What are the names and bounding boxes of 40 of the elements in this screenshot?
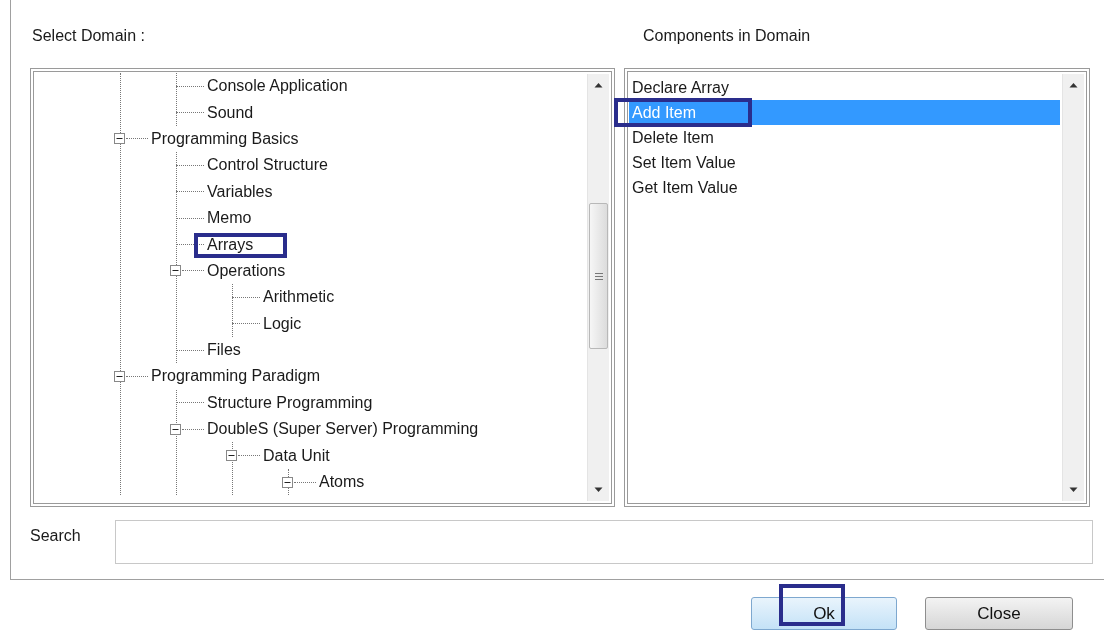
collapse-icon[interactable] (226, 450, 237, 462)
tree-item[interactable]: Arithmetic (262, 288, 336, 306)
search-field[interactable] (115, 520, 1093, 564)
collapse-icon[interactable] (282, 476, 293, 488)
list-item[interactable]: Set Item Value (629, 150, 1060, 175)
tree-item[interactable]: Operations (206, 261, 287, 279)
tree-item[interactable]: Variables (206, 182, 274, 200)
dialog-button[interactable]: Ok (751, 597, 897, 630)
list-item[interactable]: Get Item Value (629, 175, 1060, 200)
collapse-icon[interactable] (170, 423, 181, 435)
tree-item[interactable]: Console Application (206, 77, 349, 95)
tree-item[interactable]: Programming Basics (150, 129, 300, 147)
tree-item[interactable]: Sound (206, 103, 255, 121)
tree-item[interactable]: Arrays (206, 235, 255, 253)
section-label: Select Domain : (31, 27, 146, 45)
collapse-icon[interactable] (114, 133, 125, 145)
list-item[interactable]: Delete Item (629, 125, 1060, 150)
tree-item[interactable]: Control Structure (206, 156, 329, 174)
scroll-down-icon (1069, 487, 1078, 493)
tree-item[interactable]: Memo (206, 209, 253, 227)
tree-item[interactable]: DoubleS (Super Server) Programming (206, 420, 480, 438)
tree-item[interactable]: Logic (262, 314, 303, 332)
tree-item[interactable]: Atoms (318, 473, 366, 491)
scroll-down-icon (594, 487, 603, 493)
scrollbar[interactable] (1062, 74, 1084, 501)
scroll-up-icon (594, 82, 603, 88)
tree-item[interactable]: Structure Programming (206, 393, 374, 411)
list-item[interactable]: Declare Array (629, 75, 1060, 100)
grip-icon (594, 272, 603, 280)
dialog-button[interactable]: Close (925, 597, 1073, 630)
collapse-icon[interactable] (114, 371, 125, 382)
search-label: Search (30, 527, 82, 545)
scroll-up-icon (1069, 82, 1078, 88)
tree-item[interactable]: Data Unit (262, 446, 331, 464)
tree-item[interactable]: Files (206, 341, 242, 359)
tree-item[interactable]: Programming Paradigm (150, 367, 321, 385)
section-label: Components in Domain (643, 27, 811, 45)
collapse-icon[interactable] (170, 265, 181, 277)
scrollbar-thumb[interactable] (589, 203, 608, 349)
scrollbar[interactable] (587, 74, 609, 501)
